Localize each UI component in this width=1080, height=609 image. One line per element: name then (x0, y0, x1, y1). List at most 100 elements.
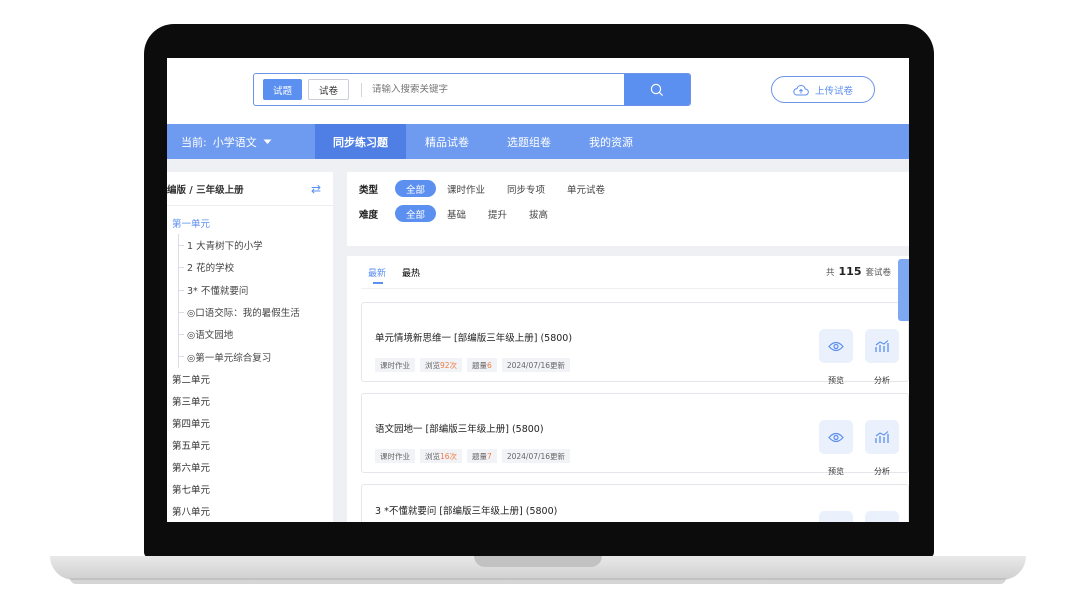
total-count: 共 115 套试卷 (826, 265, 891, 278)
main-nav: 当前: 小学语文 同步练习题 精品试卷 选题组卷 我的资源 (167, 124, 909, 159)
sidebar-lesson[interactable]: ◎第一单元综合复习 (167, 345, 333, 369)
search-bar: 试题 试卷 (253, 73, 691, 106)
paper-tags: 课时作业 浏览 92次 题量 6 2024/07/16更新 (375, 358, 571, 372)
filter-difficulty-all[interactable]: 全部 (395, 205, 437, 222)
chart-icon (874, 521, 890, 522)
floating-side-tab[interactable] (898, 259, 909, 321)
preview-button[interactable] (819, 511, 853, 522)
chapter-sidebar: 编版 / 三年级上册 ⇄ 第一单元 1 大青树下的小学 2 花的学校 3* 不懂… (167, 172, 333, 522)
search-tab-questions[interactable]: 试题 (263, 79, 303, 100)
sidebar-unit[interactable]: 第四单元 (167, 412, 333, 434)
analysis-label: 分析 (874, 467, 890, 476)
filter-difficulty-label: 难度 (359, 209, 379, 221)
preview-label: 预览 (828, 376, 844, 385)
laptop-mockup: 试题 试卷 上传试卷 当前: 小学语文 同步练习题 精品试卷 选题组 (0, 0, 1080, 609)
analysis-button[interactable] (865, 329, 899, 363)
tag-views-value: 16次 (440, 451, 458, 461)
paper-card[interactable]: 单元情境新思维一 [部编版三年级上册] (5800) 课时作业 浏览 92次 题量… (361, 302, 909, 385)
sidebar-unit[interactable]: 第三单元 (167, 390, 333, 412)
search-divider (361, 82, 363, 97)
filter-type-homework[interactable]: 课时作业 (436, 180, 496, 197)
sidebar-unit[interactable]: 第八单元 (167, 500, 333, 522)
sidebar-header: 编版 / 三年级上册 ⇄ (167, 172, 333, 206)
tab-my-resources[interactable]: 我的资源 (570, 124, 652, 159)
tag-count: 题量 6 (467, 358, 497, 372)
search-button[interactable] (624, 74, 690, 105)
tag-count: 题量 7 (467, 449, 497, 463)
sort-tab-hottest[interactable]: 最热 (402, 266, 420, 279)
sidebar-unit[interactable]: 第五单元 (167, 434, 333, 456)
sidebar-unit[interactable]: 第六单元 (167, 456, 333, 478)
paper-title[interactable]: 单元情境新思维一 [部编版三年级上册] (5800) (375, 330, 572, 344)
chart-icon (875, 431, 889, 443)
eye-icon (828, 341, 844, 351)
preview-button[interactable] (819, 420, 853, 454)
laptop-base-shadow (70, 578, 1006, 584)
tag-count-prefix: 题量 (472, 360, 488, 370)
current-subject: 小学语文 (212, 135, 257, 149)
tag-views: 浏览 92次 (420, 358, 463, 372)
cloud-upload-icon (793, 84, 809, 95)
paper-title[interactable]: 3 *不懂就要问 [部编版三年级上册] (5800) (375, 503, 557, 517)
upload-label: 上传试卷 (814, 85, 853, 97)
paper-card[interactable]: 语文园地一 [部编版三年级上册] (5800) 课时作业 浏览 16次 题量 7 2… (361, 393, 909, 476)
results-panel: 最新 最热 共 115 套试卷 单元情境新思维一 [部编版三年级上册] (580… (347, 256, 909, 522)
total-number: 115 (838, 265, 862, 278)
tag-views-prefix: 浏览 (425, 451, 440, 461)
filter-type-row: 类型 全部 课时作业 同步专项 单元试卷 (359, 180, 616, 197)
sort-tab-newest[interactable]: 最新 (368, 266, 386, 279)
filter-difficulty-improve[interactable]: 提升 (477, 205, 518, 222)
sidebar-unit[interactable]: 第七单元 (167, 478, 333, 500)
filter-difficulty-advanced[interactable]: 拔高 (518, 205, 559, 222)
sidebar-lesson[interactable]: ◎语文园地 (167, 323, 333, 346)
sidebar-lesson[interactable]: ◎口语交际：我的暑假生活 (167, 300, 333, 324)
paper-tags: 课时作业 浏览 16次 题量 7 2024/07/16更新 (375, 449, 571, 463)
tab-compose-paper[interactable]: 选题组卷 (488, 124, 570, 159)
filter-type-special[interactable]: 同步专项 (496, 180, 556, 197)
tag-count-value: 7 (487, 451, 492, 461)
filter-difficulty-row: 难度 全部 基础 提升 拔高 (359, 205, 559, 222)
tag-type: 课时作业 (375, 449, 415, 463)
results-divider (361, 288, 909, 289)
laptop-notch (474, 556, 602, 567)
sidebar-unit-active[interactable]: 第一单元 (167, 212, 333, 234)
tag-count-prefix: 题量 (472, 451, 488, 461)
filter-type-unit-paper[interactable]: 单元试卷 (556, 180, 616, 197)
textbook-edition: 编版 / 三年级上册 (167, 184, 244, 196)
paper-title[interactable]: 语文园地一 [部编版三年级上册] (5800) (375, 421, 544, 435)
tab-sync-exercises[interactable]: 同步练习题 (315, 124, 406, 159)
sidebar-unit[interactable]: 第二单元 (167, 368, 333, 390)
analysis-label: 分析 (874, 376, 890, 385)
analysis-button[interactable] (865, 511, 899, 522)
upload-paper-button[interactable]: 上传试卷 (771, 76, 875, 103)
swap-icon[interactable]: ⇄ (311, 182, 321, 196)
sidebar-lesson[interactable]: 2 花的学校 (167, 256, 333, 279)
sidebar-lesson[interactable]: 3* 不懂就要问 (167, 278, 333, 302)
app-screen: 试题 试卷 上传试卷 当前: 小学语文 同步练习题 精品试卷 选题组 (167, 58, 909, 522)
sort-tabs: 最新 最热 (368, 266, 420, 279)
search-icon (650, 83, 664, 96)
chart-icon (875, 340, 889, 352)
subject-selector[interactable]: 当前: 小学语文 (167, 134, 315, 150)
filter-type-all[interactable]: 全部 (395, 180, 437, 197)
tag-date: 2024/07/16更新 (501, 358, 571, 372)
filter-panel: 类型 全部 课时作业 同步专项 单元试卷 难度 全部 基础 提升 拔高 (347, 172, 909, 246)
tag-views-value: 92次 (440, 360, 458, 370)
filter-difficulty-basic[interactable]: 基础 (436, 205, 477, 222)
eye-icon (828, 432, 844, 442)
tab-premium-papers[interactable]: 精品试卷 (406, 124, 488, 159)
analysis-button[interactable] (865, 420, 899, 454)
search-tab-papers[interactable]: 试卷 (308, 79, 350, 100)
tag-date: 2024/07/16更新 (501, 449, 571, 463)
preview-label: 预览 (828, 467, 844, 476)
top-header: 试题 试卷 上传试卷 (167, 58, 909, 124)
search-input[interactable] (372, 84, 624, 95)
sidebar-lesson[interactable]: 1 大青树下的小学 (167, 234, 333, 257)
total-prefix: 共 (826, 268, 835, 278)
tag-type: 课时作业 (375, 358, 415, 372)
preview-button[interactable] (819, 329, 853, 363)
tag-views: 浏览 16次 (420, 449, 463, 463)
filter-type-label: 类型 (359, 184, 379, 196)
sort-tab-indicator (373, 282, 383, 284)
paper-card[interactable]: 3 *不懂就要问 [部编版三年级上册] (5800) (361, 484, 909, 522)
